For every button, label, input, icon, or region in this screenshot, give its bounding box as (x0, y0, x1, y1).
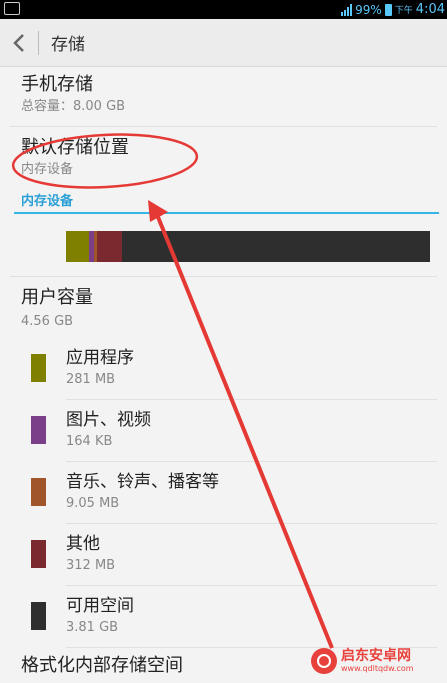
user-capacity-row: 用户容量 4.56 GB (0, 287, 447, 331)
category-row[interactable]: 其他 312 MB (0, 524, 447, 586)
category-color-swatch (31, 416, 46, 444)
category-color-swatch (31, 540, 46, 568)
status-right: 99% 下午 4:04 (341, 0, 445, 19)
tab-indicator (14, 212, 439, 214)
category-row[interactable]: 音乐、铃声、播客等 9.05 MB (0, 462, 447, 524)
phone-storage-row: 手机存储 总容量：8.00 GB (0, 74, 447, 116)
category-row[interactable]: 应用程序 281 MB (0, 338, 447, 400)
battery-icon (384, 3, 392, 16)
tab-internal-storage[interactable]: 内存设备 (21, 190, 73, 209)
usage-segment-other (97, 231, 123, 262)
category-size: 164 KB (66, 434, 113, 449)
status-time: 4:04 (415, 2, 445, 17)
category-color-swatch (31, 602, 46, 630)
status-ampm: 下午 (394, 6, 413, 16)
category-row[interactable]: 图片、视频 164 KB (0, 400, 447, 462)
back-button[interactable] (0, 19, 38, 66)
category-label: 其他 (66, 534, 100, 554)
default-storage-title: 默认存储位置 (21, 137, 129, 158)
category-label: 音乐、铃声、播客等 (66, 472, 219, 492)
default-storage-value: 内存设备 (21, 162, 74, 177)
chevron-left-icon (13, 33, 24, 52)
category-row[interactable]: 可用空间 3.81 GB (0, 586, 447, 648)
phone-storage-total: 总容量：8.00 GB (21, 99, 126, 114)
page-title: 存储 (51, 35, 85, 55)
storage-usage-bar (66, 231, 430, 262)
usage-segment-free (122, 231, 430, 262)
default-storage-location-row[interactable]: 默认存储位置 内存设备 (0, 137, 447, 179)
user-capacity-value: 4.56 GB (21, 314, 74, 329)
signal-icon (341, 3, 353, 16)
divider (10, 126, 437, 127)
category-size: 3.81 GB (66, 620, 119, 635)
category-label: 图片、视频 (66, 410, 151, 430)
app-header: 存储 (0, 19, 447, 67)
category-size: 312 MB (66, 558, 116, 573)
phone-storage-title: 手机存储 (21, 74, 93, 95)
category-color-swatch (31, 354, 46, 382)
category-label: 可用空间 (66, 596, 134, 616)
divider (10, 276, 437, 277)
watermark: 启东安卓网 www.qdltqdw.com (311, 645, 441, 677)
category-size: 281 MB (66, 372, 116, 387)
status-bar: 99% 下午 4:04 (0, 0, 447, 19)
category-size: 9.05 MB (66, 496, 120, 511)
category-color-swatch (31, 478, 46, 506)
notification-icon (4, 2, 20, 15)
watermark-sub: www.qdltqdw.com (341, 664, 414, 673)
header-divider (38, 30, 39, 55)
watermark-logo-icon (311, 648, 337, 674)
usage-segment-apps (66, 231, 89, 262)
category-label: 应用程序 (66, 348, 134, 368)
user-capacity-title: 用户容量 (21, 287, 93, 308)
battery-percent: 99% (355, 2, 382, 17)
watermark-main: 启东安卓网 (341, 648, 411, 664)
annotation-arrowhead (148, 200, 168, 222)
